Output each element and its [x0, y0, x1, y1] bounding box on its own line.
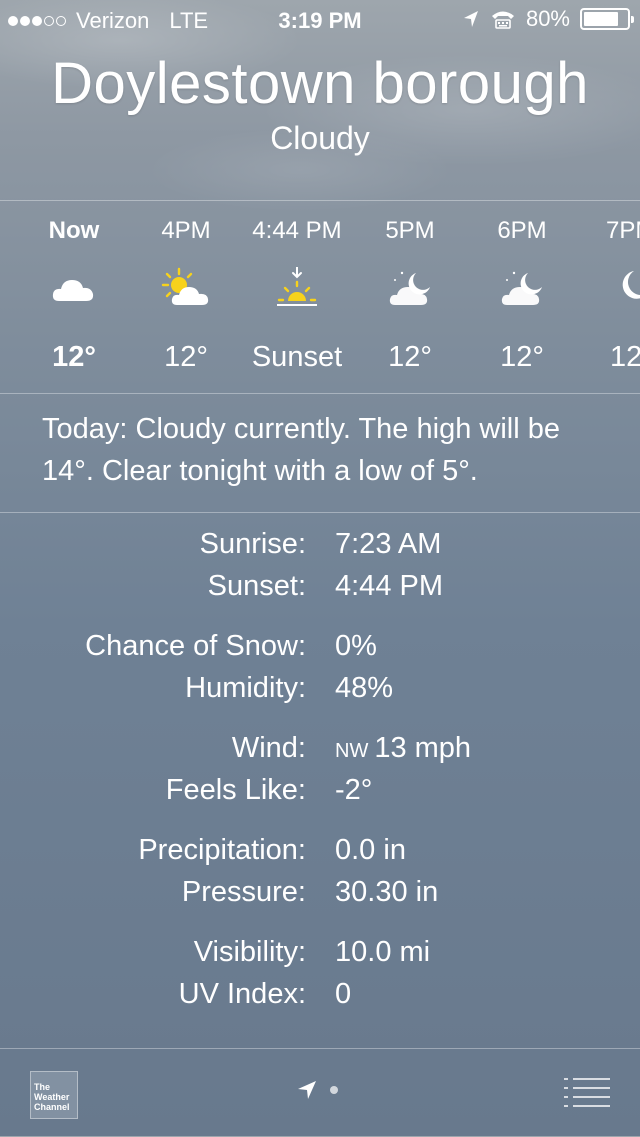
hour-temp: 12°	[500, 341, 544, 373]
hour-time: 4PM	[161, 217, 211, 244]
page-indicator[interactable]	[296, 1079, 338, 1101]
detail-value: 48%	[335, 672, 394, 704]
detail-row-sunset: Sunset: 4:44 PM	[0, 570, 640, 612]
detail-value: 4:44 PM	[335, 570, 443, 602]
hour-time: 4:44 PM	[252, 217, 342, 244]
moon-icon	[622, 271, 640, 299]
detail-value: 10.0 mi	[335, 936, 431, 968]
hour-temp: 12°	[388, 341, 432, 373]
detail-row-chance-of-snow: Chance of Snow: 0%	[0, 630, 640, 672]
city-name: Doylestown borough	[51, 51, 589, 116]
status-bar: Verizon LTE 3:19 PM 80%	[0, 0, 640, 40]
hour-time: Now	[48, 217, 100, 244]
page-dot	[330, 1086, 338, 1094]
hour-temp: 12°	[52, 341, 96, 373]
detail-label: Pressure:	[181, 876, 306, 908]
wind-direction: NW	[335, 740, 369, 762]
current-location-icon	[298, 1081, 316, 1099]
detail-label: Feels Like:	[165, 774, 306, 806]
current-condition: Cloudy	[270, 120, 370, 156]
cloud-icon	[52, 280, 94, 301]
partly-sunny-icon	[161, 267, 209, 305]
hour-time: 7PM	[606, 217, 640, 244]
detail-row-feels-like: Feels Like: -2°	[0, 774, 640, 816]
detail-row-visibility: Visibility: 10.0 mi	[0, 936, 640, 978]
detail-value: -2°	[335, 774, 373, 806]
tty-icon	[491, 11, 514, 29]
hourly-forecast[interactable]: Now 12° 4PM 12° 4:44 PM Sunset 5PM 12° 6…	[0, 200, 640, 394]
detail-value: 0.0 in	[335, 834, 406, 866]
detail-row-wind: Wind: NW 13 mph	[0, 732, 640, 774]
list-icon[interactable]	[564, 1077, 610, 1107]
sunset-icon	[277, 267, 317, 306]
detail-label: Visibility:	[193, 936, 306, 968]
detail-row-precipitation: Precipitation: 0.0 in	[0, 834, 640, 876]
detail-value: 0	[335, 978, 352, 1010]
hour-temp: 12°	[164, 341, 208, 373]
detail-label: Humidity:	[185, 672, 306, 704]
weather-channel-logo[interactable]: The Weather Channel	[30, 1071, 78, 1119]
detail-row-uv-index: UV Index: 0	[0, 978, 640, 1020]
detail-value: 0%	[335, 630, 377, 662]
hour-time: 5PM	[385, 217, 435, 244]
detail-row-sunrise: Sunrise: 7:23 AM	[0, 528, 640, 570]
cloud-moon-icon	[389, 271, 430, 305]
cloud-moon-icon	[501, 271, 542, 305]
detail-label: UV Index:	[178, 978, 306, 1010]
hour-time: 6PM	[497, 217, 547, 244]
divider	[0, 512, 640, 513]
daily-summary: Today: Cloudy currently. The high will b…	[42, 413, 560, 487]
hour-temp: 12°	[610, 341, 640, 373]
detail-label: Chance of Snow:	[85, 630, 306, 662]
hour-temp: Sunset	[251, 341, 343, 373]
detail-value: 30.30 in	[335, 876, 439, 908]
detail-label: Sunrise:	[199, 528, 306, 560]
detail-label: Precipitation:	[138, 834, 306, 866]
detail-label: Wind:	[231, 732, 306, 764]
detail-row-humidity: Humidity: 48%	[0, 672, 640, 714]
battery-percent: 80%	[525, 6, 570, 31]
battery-icon	[580, 8, 634, 30]
detail-row-pressure: Pressure: 30.30 in	[0, 876, 640, 918]
detail-value: 13 mph	[374, 732, 472, 764]
bottom-toolbar: The Weather Channel	[0, 1048, 640, 1137]
detail-value: 7:23 AM	[335, 528, 442, 560]
detail-label: Sunset:	[207, 570, 306, 602]
location-arrow-icon	[463, 11, 478, 27]
